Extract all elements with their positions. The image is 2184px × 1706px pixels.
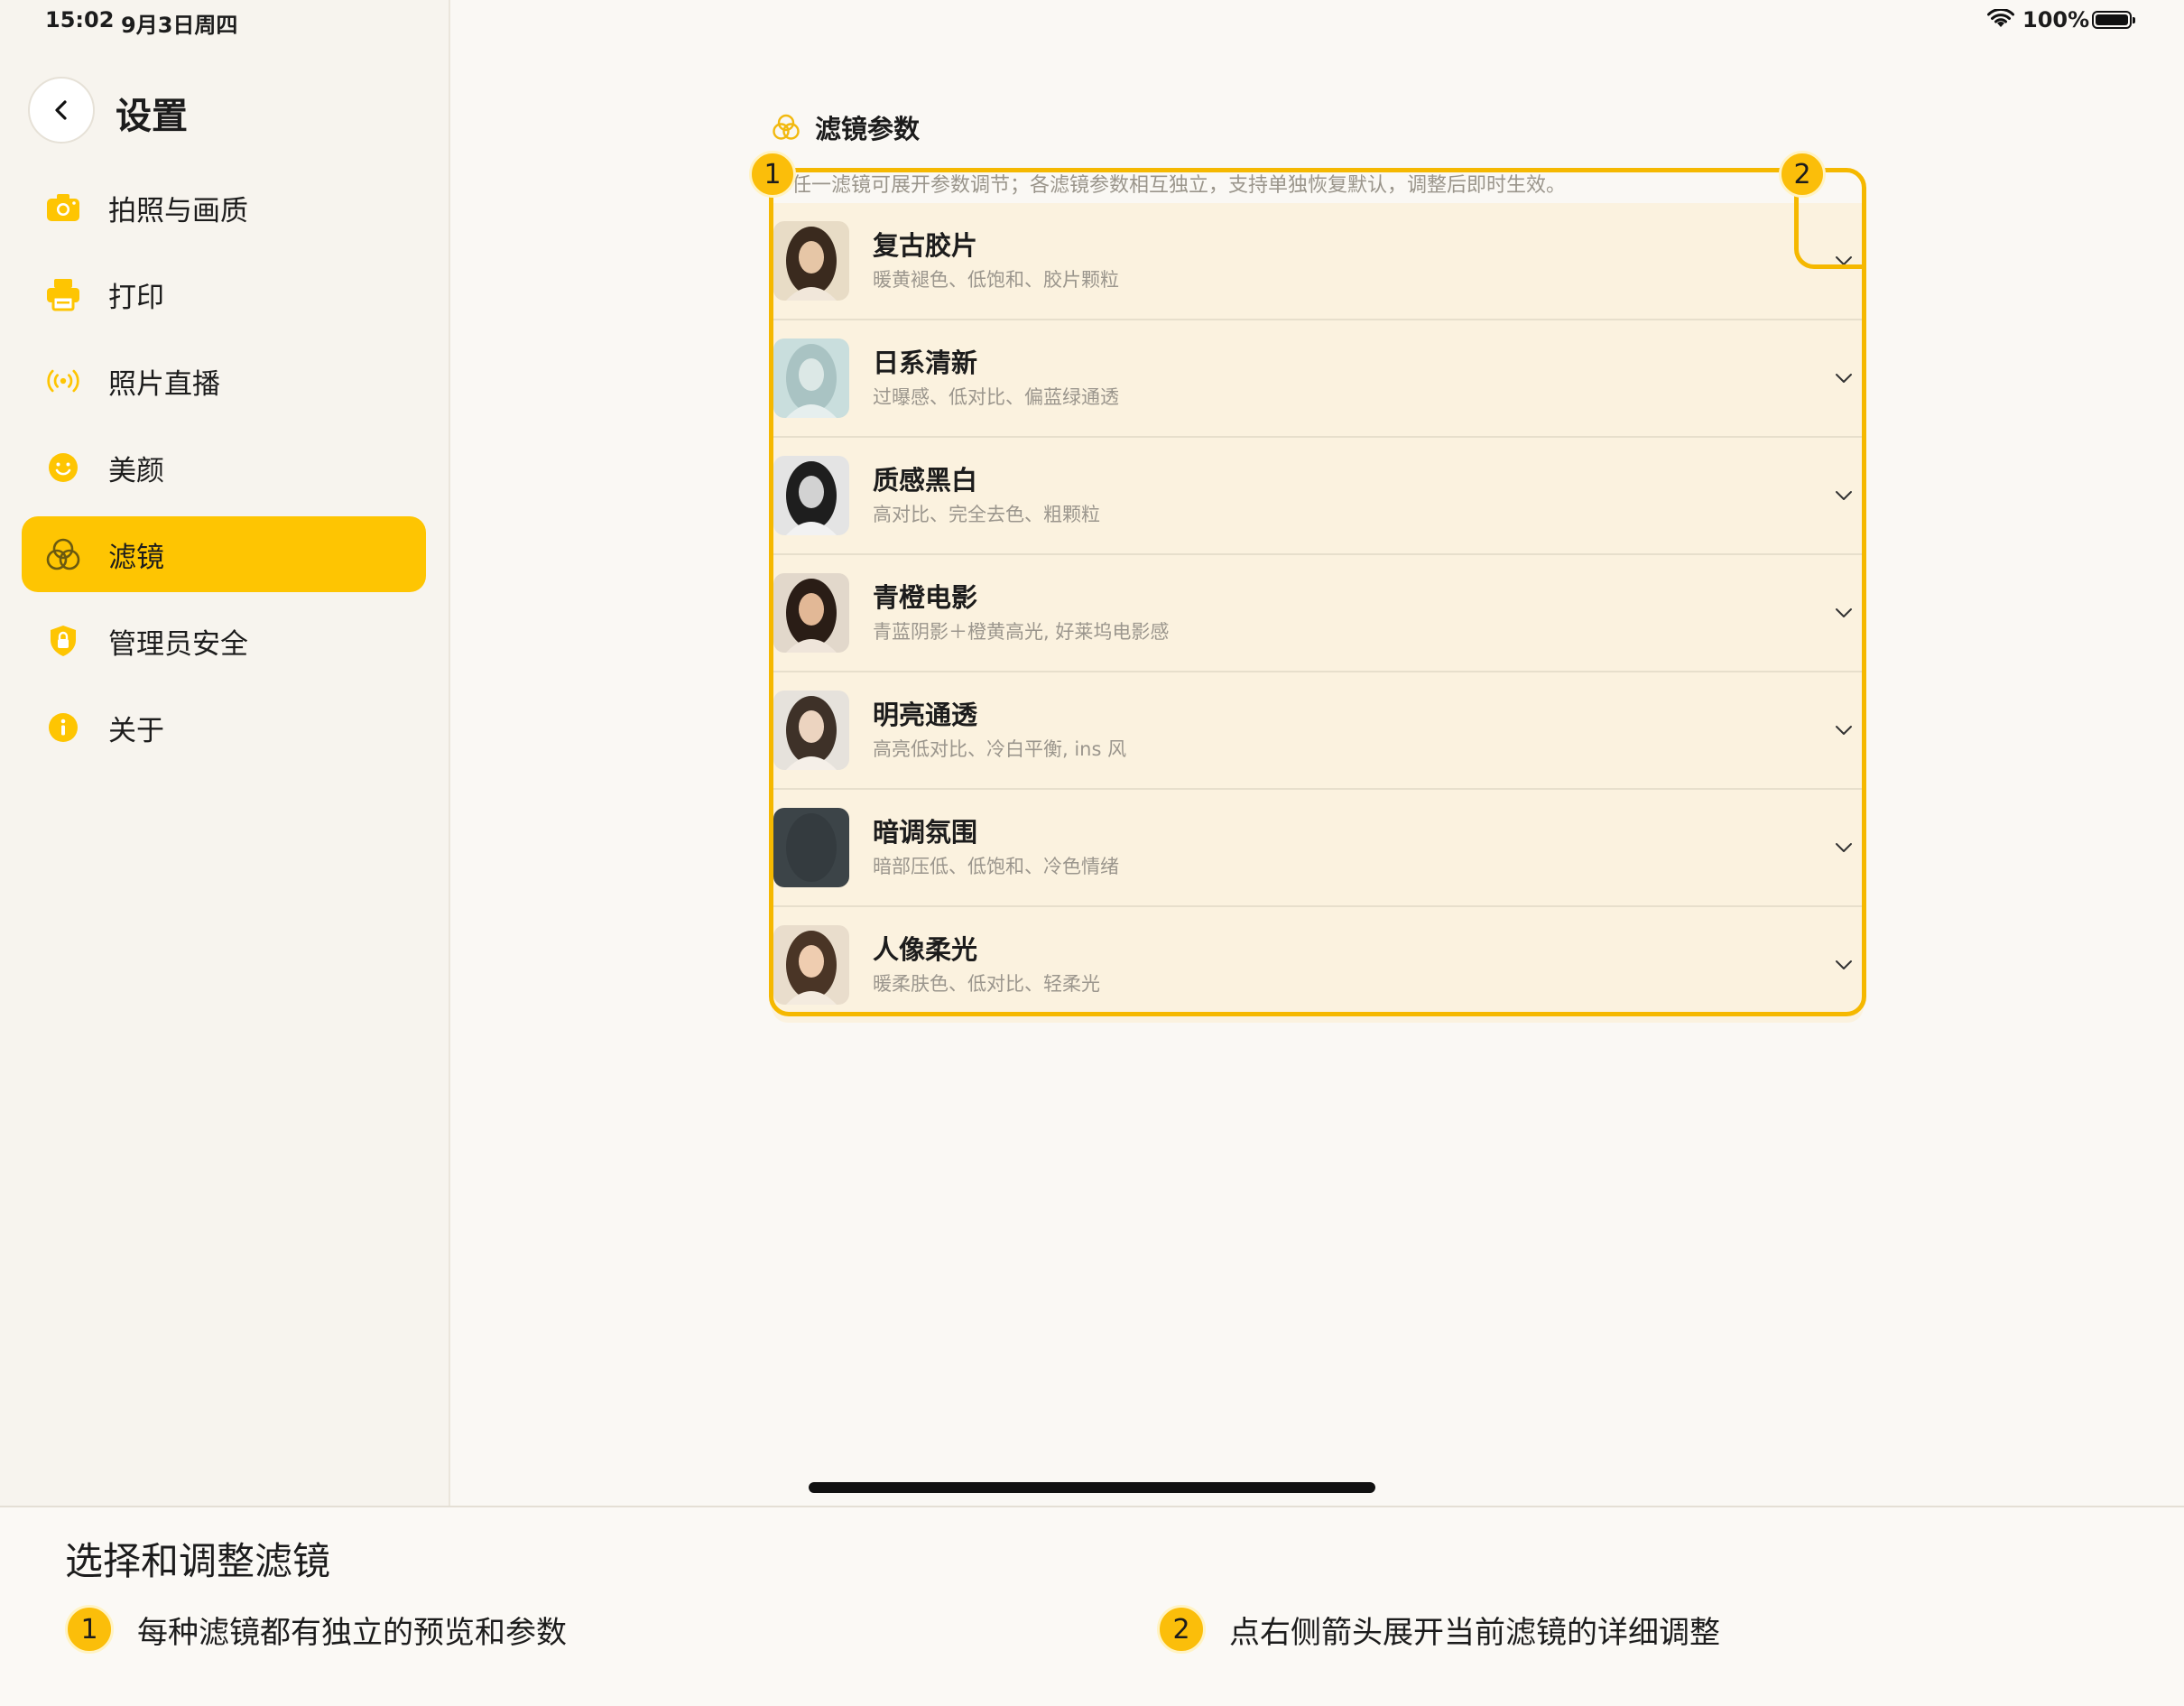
filter-name: 质感黑白 [873,465,978,496]
filter-row-dark-mood[interactable]: 暗调氛围 暗部压低、低饱和、冷色情绪 [772,790,1864,907]
caption-item-1: 1 每种滤镜都有独立的预览和参数 [65,1605,567,1654]
filter-description: 高亮低对比、冷白平衡, ins 风 [873,738,1127,760]
sidebar-item-beauty[interactable]: 美颜 [22,430,426,505]
wifi-icon [1987,9,2014,27]
sidebar-item-label: 照片直播 [108,367,220,401]
home-indicator [809,1482,1375,1493]
sidebar-menu: 拍照与画质 打印 照片直播 美颜 滤镜 管理员安全 关于 [22,170,426,776]
sidebar-item-photo-live[interactable]: 照片直播 [22,343,426,419]
sidebar-item-camera-quality[interactable]: 拍照与画质 [22,170,426,246]
filter-thumbnail [773,456,849,535]
filter-row-teal-orange[interactable]: 青橙电影 青蓝阴影＋橙黄高光, 好莱坞电影感 [772,555,1864,672]
filter-row-portrait-soft[interactable]: 人像柔光 暖柔肤色、低对比、轻柔光 [772,907,1864,1023]
status-date: 9月3日周四 [121,13,238,38]
filter-thumbnail [773,221,849,301]
section-header: 滤镜参数 [772,108,920,146]
section-hint: 择任一滤镜可展开参数调节；各滤镜参数相互独立，支持单独恢复默认，调整后即时生效。 [772,174,1567,197]
info-icon [45,709,81,746]
filter-name: 复古胶片 [873,230,978,261]
filter-description: 高对比、完全去色、粗颗粒 [873,504,1100,525]
filter-description: 暖黄褪色、低饱和、胶片颗粒 [873,269,1119,291]
status-bar: 15:02 9月3日周四 100% [0,0,2184,42]
tutorial-caption: 选择和调整滤镜 1 每种滤镜都有独立的预览和参数 2 点右侧箭头展开当前滤镜的详… [0,1506,2184,1706]
caption-badge-2: 2 [1157,1605,1206,1654]
caption-item-2: 2 点右侧箭头展开当前滤镜的详细调整 [1157,1605,1720,1654]
filter-list: 复古胶片 暖黄褪色、低饱和、胶片颗粒 日系清新 过曝感、低对比、偏蓝绿通透 质感… [772,203,1864,1023]
filter-thumbnail [773,573,849,653]
filter-thumbnail [773,338,849,418]
caption-text-1: 每种滤镜都有独立的预览和参数 [137,1614,567,1651]
sidebar-item-label: 打印 [108,281,164,314]
battery-percent: 100% [2022,7,2090,32]
filter-description: 青蓝阴影＋橙黄高光, 好莱坞电影感 [873,621,1170,643]
sidebar-item-label: 拍照与画质 [108,194,248,227]
filter-row-japanese-fresh[interactable]: 日系清新 过曝感、低对比、偏蓝绿通透 [772,320,1864,438]
back-button[interactable] [28,77,95,144]
annotation-badge-1: 1 [749,151,796,198]
sidebar-item-admin-security[interactable]: 管理员安全 [22,603,426,679]
filter-name: 人像柔光 [873,934,978,965]
sidebar-item-print[interactable]: 打印 [22,256,426,332]
broadcast-icon [45,363,81,399]
smile-icon [45,450,81,486]
sidebar-item-label: 美颜 [108,454,164,487]
caption-text-2: 点右侧箭头展开当前滤镜的详细调整 [1229,1614,1720,1651]
annotation-badge-2: 2 [1779,151,1826,198]
sidebar: 设置 拍照与画质 打印 照片直播 美颜 滤镜 管理员安全 关于 [0,0,450,1506]
caption-badge-1: 1 [65,1605,114,1654]
filter-thumbnail [773,691,849,770]
battery-icon [2092,11,2135,29]
caption-title: 选择和调整滤镜 [65,1539,331,1583]
sidebar-item-about[interactable]: 关于 [22,690,426,765]
filter-icon [773,114,800,140]
chevron-down-icon[interactable] [1833,485,1855,506]
filter-thumbnail [773,925,849,1005]
shield-lock-icon [45,623,81,659]
chevron-down-icon[interactable] [1833,602,1855,624]
filter-thumbnail [773,808,849,887]
section-title: 滤镜参数 [815,114,921,144]
printer-icon [45,276,81,312]
filter-name: 暗调氛围 [873,817,978,848]
filter-description: 过曝感、低对比、偏蓝绿通透 [873,386,1119,408]
filter-description: 暗部压低、低饱和、冷色情绪 [873,856,1119,877]
filter-row-vintage-film[interactable]: 复古胶片 暖黄褪色、低饱和、胶片颗粒 [772,203,1864,320]
page-title: 设置 [116,96,188,137]
chevron-down-icon[interactable] [1833,719,1855,741]
filter-icon [45,536,81,572]
filter-description: 暖柔肤色、低对比、轻柔光 [873,973,1100,995]
chevron-down-icon[interactable] [1833,954,1855,976]
chevron-left-icon [55,100,67,120]
filter-name: 明亮通透 [873,700,978,730]
sidebar-item-label: 管理员安全 [108,627,248,661]
sidebar-item-label: 关于 [108,714,164,747]
filter-name: 青橙电影 [873,582,978,613]
camera-icon [45,190,81,226]
filter-row-bright-clear[interactable]: 明亮通透 高亮低对比、冷白平衡, ins 风 [772,672,1864,790]
filter-row-textured-bw[interactable]: 质感黑白 高对比、完全去色、粗颗粒 [772,438,1864,555]
filter-name: 日系清新 [873,348,978,378]
chevron-down-icon[interactable] [1833,250,1855,272]
status-time: 15:02 [45,7,115,32]
sidebar-item-filter[interactable]: 滤镜 [22,516,426,592]
chevron-down-icon[interactable] [1833,837,1855,858]
chevron-down-icon[interactable] [1833,367,1855,389]
sidebar-item-label: 滤镜 [108,541,164,574]
